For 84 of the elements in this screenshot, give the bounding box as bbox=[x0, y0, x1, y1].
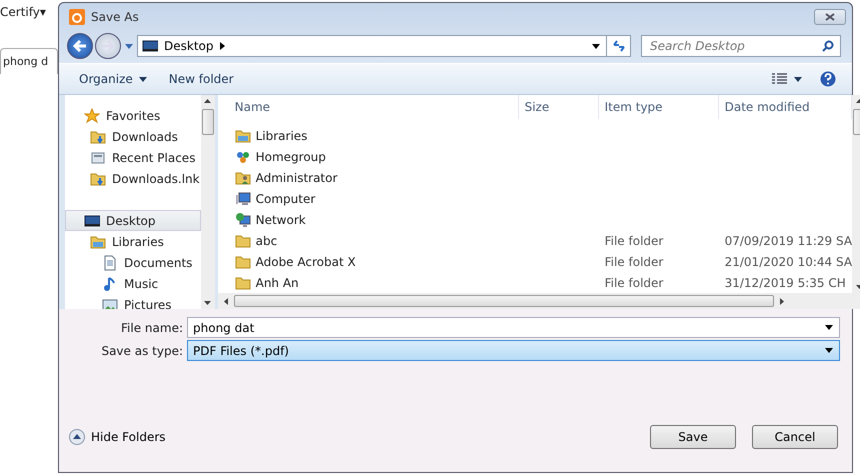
sidebar-item[interactable]: Libraries bbox=[65, 231, 201, 252]
hide-folders-button[interactable]: Hide Folders bbox=[69, 428, 166, 444]
column-header[interactable]: Name bbox=[218, 95, 519, 119]
field-label: File name: bbox=[120, 320, 184, 334]
details-view-icon bbox=[772, 73, 788, 85]
back-button[interactable] bbox=[67, 33, 93, 59]
sidebar-item[interactable]: Recent Places bbox=[65, 147, 201, 168]
scroll-up-arrow-icon bbox=[204, 99, 212, 103]
sidebar-item[interactable]: Downloads bbox=[65, 126, 201, 147]
network-icon bbox=[234, 212, 251, 228]
app-logo-icon bbox=[69, 9, 85, 25]
caret-icon bbox=[794, 76, 802, 82]
caret-icon bbox=[138, 76, 147, 82]
search-field[interactable]: Search Desktop bbox=[641, 35, 841, 57]
download-folder-icon bbox=[90, 128, 106, 144]
desktop-icon bbox=[142, 38, 158, 54]
close-button[interactable] bbox=[814, 9, 846, 25]
refresh-arrows-icon bbox=[612, 40, 626, 52]
computer-icon bbox=[234, 190, 251, 206]
close-icon bbox=[825, 13, 835, 21]
save-button[interactable]: Save bbox=[650, 424, 736, 448]
library-folder-icon bbox=[234, 128, 251, 144]
certify-menu[interactable]: Certify▾ bbox=[0, 5, 46, 19]
sidebar-item[interactable]: Music bbox=[65, 273, 201, 294]
organize-menu[interactable]: Organize bbox=[73, 69, 153, 89]
sidebar-item[interactable]: Downloads.lnk bbox=[65, 168, 201, 189]
user-folder-icon bbox=[234, 170, 251, 186]
vertical-scrollbar[interactable] bbox=[200, 95, 215, 309]
desktop-icon bbox=[84, 212, 100, 228]
window-title: Save As bbox=[91, 10, 139, 24]
caret-icon bbox=[125, 44, 133, 48]
sidebar-item[interactable]: Desktop bbox=[65, 210, 201, 231]
item-type: File folder bbox=[604, 254, 664, 268]
scrollbar-thumb[interactable] bbox=[202, 109, 214, 135]
search-icon bbox=[822, 40, 834, 52]
file-name[interactable]: Adobe Acrobat X bbox=[256, 254, 356, 268]
horizontal-scrollbar[interactable] bbox=[218, 293, 860, 309]
help-icon bbox=[820, 71, 836, 87]
sidebar-item[interactable]: Favorites bbox=[65, 105, 201, 126]
file-name[interactable]: Network bbox=[256, 212, 306, 226]
help-button[interactable] bbox=[818, 69, 838, 89]
address-location[interactable]: Desktop bbox=[164, 39, 214, 53]
file-name[interactable]: abc bbox=[256, 234, 278, 248]
date-modified: 21/01/2020 10:44 SA bbox=[724, 254, 852, 268]
picture-icon bbox=[102, 296, 118, 309]
file-name[interactable]: Libraries bbox=[256, 128, 308, 142]
library-folder-icon bbox=[90, 234, 106, 250]
save-as-type-dropdown[interactable]: PDF Files (*.pdf) bbox=[187, 340, 840, 361]
file-name[interactable]: Administrator bbox=[256, 170, 338, 184]
dropdown-caret-icon bbox=[825, 348, 833, 353]
scroll-left-arrow-icon bbox=[224, 298, 228, 304]
scrollbar-thumb[interactable] bbox=[234, 295, 774, 307]
date-modified: 07/09/2019 11:29 SA bbox=[724, 234, 852, 248]
recent-places-icon bbox=[90, 150, 106, 166]
new-folder-button[interactable]: New folder bbox=[162, 69, 240, 89]
breadcrumb-arrow-icon bbox=[220, 42, 224, 50]
address-bar[interactable]: Desktop bbox=[137, 35, 607, 57]
document-icon bbox=[102, 254, 118, 270]
star-icon bbox=[84, 108, 100, 124]
folder-icon bbox=[234, 274, 251, 290]
column-header[interactable]: Item type bbox=[598, 95, 719, 119]
item-type: File folder bbox=[604, 234, 664, 248]
forward-arrow-icon bbox=[101, 40, 115, 52]
folder-icon bbox=[234, 232, 251, 248]
date-modified: 31/12/2019 5:35 CH bbox=[724, 276, 846, 290]
dropdown-caret-icon bbox=[825, 325, 833, 330]
forward-button[interactable] bbox=[95, 33, 121, 59]
file-name[interactable]: Computer bbox=[256, 192, 316, 206]
dropdown-caret-icon bbox=[592, 44, 600, 48]
file-name[interactable]: Anh An bbox=[256, 276, 299, 290]
collapse-up-icon bbox=[69, 428, 85, 444]
scroll-down-arrow-icon bbox=[204, 301, 212, 305]
cancel-button[interactable]: Cancel bbox=[752, 424, 838, 448]
file-name[interactable]: Homegroup bbox=[256, 150, 326, 164]
item-type: File folder bbox=[604, 276, 664, 290]
download-folder-icon bbox=[90, 170, 106, 186]
refresh-button[interactable] bbox=[607, 35, 631, 57]
scroll-right-arrow-icon bbox=[780, 298, 784, 304]
sidebar-item[interactable]: Documents bbox=[65, 252, 201, 273]
field-label: Save as type: bbox=[100, 344, 184, 358]
folder-icon bbox=[234, 254, 251, 270]
back-arrow-icon bbox=[73, 40, 87, 52]
column-header[interactable]: Size bbox=[518, 95, 599, 119]
file-name-field[interactable]: phong dat bbox=[187, 317, 840, 338]
